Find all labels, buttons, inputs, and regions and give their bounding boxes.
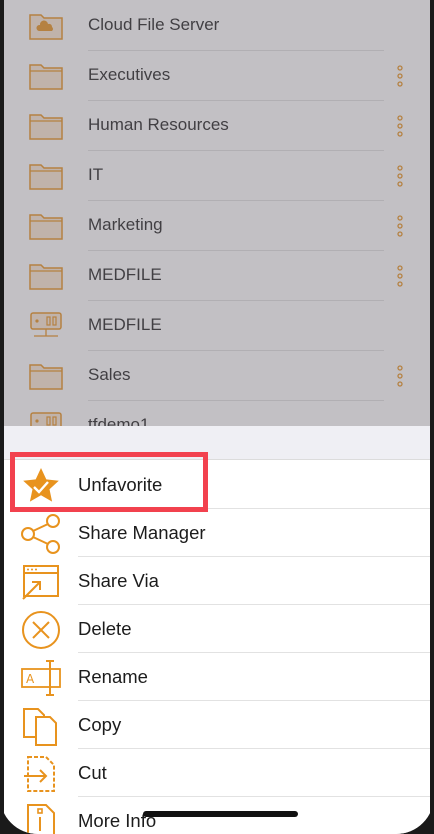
folder-icon — [29, 64, 63, 90]
info-icon — [27, 804, 55, 834]
list-item[interactable]: Marketing — [0, 200, 434, 251]
folder-icon — [29, 364, 63, 390]
more-options-icon[interactable] — [392, 163, 408, 189]
list-item[interactable]: MEDFILE — [0, 250, 434, 301]
share-via-icon — [22, 565, 59, 600]
rename-action[interactable]: A Rename — [20, 653, 434, 701]
svg-text:A: A — [26, 672, 35, 686]
cut-action[interactable]: Cut — [20, 749, 434, 797]
list-item[interactable]: Human Resources — [0, 100, 434, 151]
share-via-action[interactable]: Share Via — [20, 557, 434, 605]
file-name: MEDFILE — [88, 300, 384, 351]
file-name: Executives — [88, 50, 384, 101]
action-label: Delete — [78, 605, 434, 653]
server-icon — [30, 312, 62, 337]
action-label: Cut — [78, 749, 434, 797]
action-label: Rename — [78, 653, 434, 701]
folder-icon — [29, 164, 63, 190]
file-name: Cloud File Server — [88, 0, 384, 51]
more-options-icon[interactable] — [392, 63, 408, 89]
folder-icon — [29, 264, 63, 290]
file-name: Marketing — [88, 200, 384, 251]
unfavorite-highlight-box — [10, 452, 208, 512]
copy-action[interactable]: Copy — [20, 701, 434, 749]
home-indicator[interactable] — [143, 811, 298, 817]
list-item[interactable]: IT — [0, 150, 434, 201]
list-item[interactable]: Sales — [0, 350, 434, 401]
copy-icon — [23, 708, 57, 746]
share-icon — [21, 514, 60, 554]
share-manager-action[interactable]: Share Manager — [20, 509, 434, 557]
rename-icon: A — [21, 660, 61, 696]
more-options-icon[interactable] — [392, 363, 408, 389]
delete-action[interactable]: Delete — [20, 605, 434, 653]
folder-icon — [29, 114, 63, 140]
delete-icon — [22, 611, 60, 649]
folder-icon — [29, 214, 63, 240]
file-list: Cloud File Server Executives Human Resou… — [0, 0, 434, 451]
list-item[interactable]: Cloud File Server — [0, 0, 434, 51]
file-name: Human Resources — [88, 100, 384, 151]
action-label: Share Manager — [78, 509, 434, 557]
action-label: Copy — [78, 701, 434, 749]
more-options-icon[interactable] — [392, 213, 408, 239]
device-bezel-right — [430, 0, 434, 834]
file-name: MEDFILE — [88, 250, 384, 301]
file-name: IT — [88, 150, 384, 201]
device-bezel-left — [0, 0, 4, 834]
cut-icon — [24, 756, 55, 792]
cloud-folder-icon — [29, 14, 63, 40]
list-item[interactable]: Executives — [0, 50, 434, 101]
more-options-icon[interactable] — [392, 113, 408, 139]
list-item[interactable]: MEDFILE — [0, 300, 434, 351]
action-label: Share Via — [78, 557, 434, 605]
file-name: Sales — [88, 350, 384, 401]
app-screen: Cloud File Server Executives Human Resou… — [0, 0, 434, 834]
more-options-icon[interactable] — [392, 263, 408, 289]
